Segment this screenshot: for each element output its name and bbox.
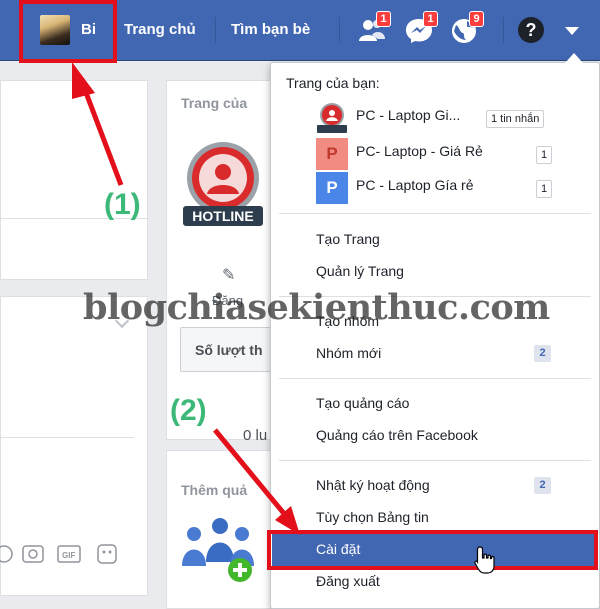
menu-divider (279, 213, 591, 214)
step-2-label: (2) (170, 394, 207, 427)
messages-badge: 1 (423, 11, 438, 27)
page-sidebar-panel (166, 80, 276, 440)
composer-attachment-icons: GIF (0, 544, 117, 564)
friend-requests-badge: 1 (376, 11, 391, 27)
new-groups-count: 2 (534, 345, 551, 362)
composer-panel (0, 80, 148, 280)
stats-button[interactable]: Số lượt th (180, 327, 275, 372)
page-name: PC- Laptop - Giá Rẻ (356, 143, 483, 159)
stat-value: 0 lu (243, 427, 268, 444)
news-feed-preferences-item[interactable]: Tùy chọn Bảng tin (316, 509, 429, 525)
step-1-label: (1) (104, 188, 141, 221)
page-item[interactable]: P PC- Laptop - Giá Rẻ 1 (316, 138, 556, 170)
nav-divider (215, 17, 216, 43)
profile-highlight-box (19, 0, 117, 63)
create-ad-item[interactable]: Tạo quảng cáo (316, 395, 409, 411)
your-pages-heading: Trang của bạn: (286, 75, 380, 91)
nav-divider (339, 17, 340, 43)
log-out-item[interactable]: Đăng xuất (316, 573, 380, 589)
your-pages-title: Trang của (181, 95, 248, 111)
ads-on-facebook-item[interactable]: Quảng cáo trên Facebook (316, 427, 478, 443)
menu-divider (279, 460, 591, 461)
add-group-icon[interactable] (180, 514, 260, 586)
notifications-icon[interactable]: 9 (450, 11, 484, 45)
notification-count-pill: 1 (536, 146, 553, 164)
nav-divider (503, 17, 504, 43)
menu-divider (279, 378, 591, 379)
svg-text:HOTLINE: HOTLINE (192, 208, 253, 224)
nav-home-link[interactable]: Trang chủ (124, 21, 196, 38)
dropdown-pointer (565, 53, 583, 63)
page-item[interactable]: P PC - Laptop Gía rẻ 1 (316, 172, 556, 204)
watermark: blogchiasekienthuc.com (83, 287, 550, 328)
activity-log-item[interactable]: Nhật ký hoạt động (316, 477, 430, 493)
nav-find-friends-link[interactable]: Tìm bạn bè (231, 21, 310, 38)
notifications-badge: 9 (469, 11, 484, 27)
friend-requests-icon[interactable]: 1 (357, 11, 391, 45)
hotline-page-icon (317, 103, 347, 133)
panel-divider (0, 437, 134, 438)
manage-pages-item[interactable]: Quản lý Trang (316, 263, 404, 279)
edit-post-icon[interactable]: ✎ (222, 265, 235, 285)
notification-count-pill: 1 (536, 180, 553, 198)
svg-text:GIF: GIF (62, 551, 75, 560)
account-menu-caret-icon[interactable] (565, 27, 579, 35)
help-question-icon[interactable]: ? (518, 17, 544, 43)
page-item[interactable]: PC - Laptop Gi... 1 tin nhắn (316, 102, 556, 133)
add-friends-title: Thêm quả (181, 482, 248, 498)
page-letter-icon: P (316, 138, 348, 170)
create-page-item[interactable]: Tạo Trang (316, 231, 380, 247)
page-name: PC - Laptop Gi... (356, 107, 461, 123)
messages-icon[interactable]: 1 (404, 11, 438, 45)
new-groups-item[interactable]: Nhóm mới (316, 345, 381, 361)
message-count-pill: 1 tin nhắn (486, 110, 545, 128)
hotline-logo: HOTLINE (183, 142, 263, 226)
hand-pointer-cursor-icon (474, 546, 495, 574)
page-name: PC - Laptop Gía rẻ (356, 177, 474, 193)
settings-highlight-box (267, 530, 598, 570)
activity-log-count: 2 (534, 477, 551, 494)
page-letter-icon: P (316, 172, 348, 204)
